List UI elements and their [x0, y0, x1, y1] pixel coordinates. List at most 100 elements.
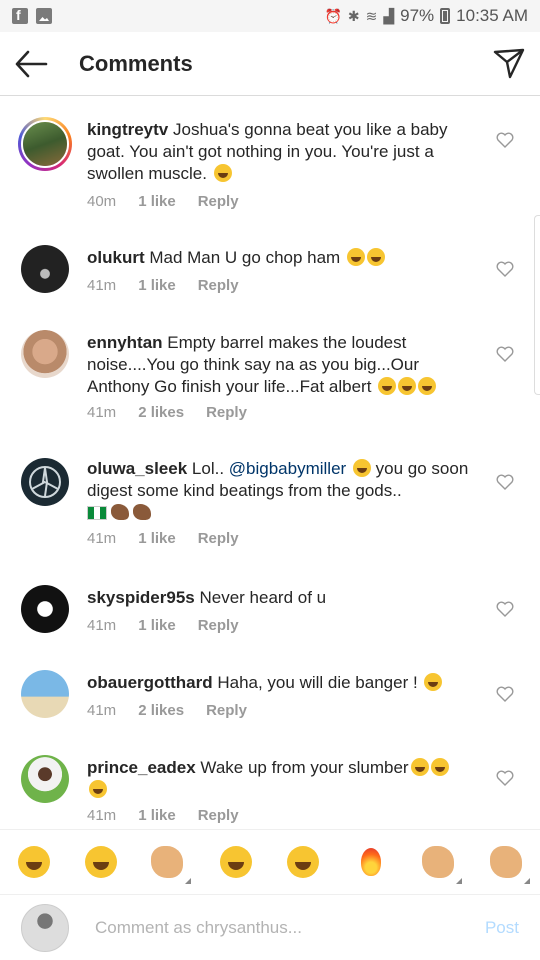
- avatar[interactable]: [21, 245, 69, 293]
- comment-time: 41m: [87, 277, 117, 294]
- comment-text: skyspider95s Never heard of u: [87, 588, 327, 607]
- comment-likes[interactable]: 2 likes: [138, 404, 184, 421]
- comment-username[interactable]: olukurt: [87, 248, 145, 267]
- comment-likes[interactable]: 1 like: [138, 193, 176, 210]
- sweat-smile-emoji: [418, 377, 437, 395]
- bluetooth-icon: ✱: [347, 7, 360, 24]
- battery-icon: [440, 8, 451, 24]
- heart-icon[interactable]: [496, 686, 514, 702]
- rofl-emoji: [352, 459, 371, 477]
- comment-likes[interactable]: 1 like: [138, 617, 176, 634]
- comments-header: Comments: [0, 32, 540, 96]
- sweat-smile-emoji: [366, 248, 385, 266]
- comment-username[interactable]: kingtreytv: [87, 120, 168, 139]
- grin-emoji-button[interactable]: [220, 846, 252, 878]
- flexed-biceps-icon: [133, 504, 151, 520]
- mention-link[interactable]: @bigbabymiller: [229, 459, 346, 478]
- heart-icon[interactable]: [496, 770, 514, 786]
- comment-input[interactable]: [95, 914, 455, 942]
- avatar: [21, 904, 69, 952]
- alarm-icon: ⏰: [324, 7, 342, 24]
- sweat-smile-emoji: [346, 248, 365, 266]
- sweat-smile-emoji: [89, 780, 107, 798]
- comment-username[interactable]: oluwa_sleek: [87, 459, 187, 478]
- comment-likes[interactable]: 1 like: [138, 277, 176, 294]
- heart-icon[interactable]: [496, 601, 514, 617]
- call-me-hand-emoji-button[interactable]: [422, 846, 462, 884]
- comment-text: olukurt Mad Man U go chop ham: [87, 247, 477, 269]
- comment-likes[interactable]: 1 like: [138, 807, 176, 824]
- wifi-icon: ≋: [365, 7, 378, 24]
- joy-emoji-button[interactable]: [85, 846, 117, 878]
- reply-button[interactable]: Reply: [198, 193, 239, 210]
- comment-meta: 41m 1 like Reply: [87, 277, 261, 294]
- reply-button[interactable]: Reply: [198, 277, 239, 294]
- comment-meta: 41m 2 likes Reply: [87, 702, 269, 719]
- gallery-icon: [36, 8, 52, 24]
- avatar[interactable]: [21, 585, 69, 633]
- comment-username[interactable]: obauergotthard: [87, 673, 213, 692]
- expressionless-emoji: [424, 673, 443, 691]
- arrow-left-icon[interactable]: [14, 48, 48, 80]
- post-button[interactable]: Post: [485, 918, 519, 938]
- comment-composer: Post: [0, 896, 540, 960]
- comment-text: obauergotthard Haha, you will die banger…: [87, 672, 477, 694]
- reply-button[interactable]: Reply: [198, 617, 239, 634]
- heart-icon[interactable]: [496, 261, 514, 277]
- comment-username[interactable]: skyspider95s: [87, 588, 195, 607]
- sweat-smile-emoji: [213, 164, 232, 182]
- comment-text: ennyhtan Empty barrel makes the loudest …: [87, 332, 477, 398]
- avatar[interactable]: [21, 755, 69, 803]
- clock: 10:35 AM: [456, 6, 528, 25]
- comment-meta: 41m 2 likes Reply: [87, 404, 269, 421]
- emoji-quick-bar: [0, 829, 540, 895]
- sweat-smile-emoji: [430, 758, 449, 776]
- battery-level: 97%: [400, 6, 435, 25]
- comment-username[interactable]: prince_eadex: [87, 758, 196, 777]
- comment-time: 41m: [87, 807, 117, 824]
- reply-button[interactable]: Reply: [206, 702, 247, 719]
- fire-emoji-button[interactable]: [355, 846, 387, 878]
- person-gesturing-ok-emoji-button[interactable]: [151, 846, 191, 884]
- avatar[interactable]: [21, 458, 69, 506]
- comment-meta: 40m 1 like Reply: [87, 193, 261, 210]
- comment-likes[interactable]: 1 like: [138, 530, 176, 547]
- comment-username[interactable]: ennyhtan: [87, 333, 163, 352]
- reply-button[interactable]: Reply: [198, 530, 239, 547]
- avatar[interactable]: [21, 670, 69, 718]
- comment-time: 41m: [87, 702, 117, 719]
- sweat-smile-emoji: [398, 377, 417, 395]
- ok-hand-emoji-button[interactable]: [490, 846, 530, 884]
- sweat-smile-emoji: [410, 758, 429, 776]
- status-bar: ⏰ ✱ ≋ ▟ 97% 10:35 AM: [0, 0, 540, 32]
- send-icon[interactable]: [492, 46, 526, 80]
- avatar[interactable]: [21, 330, 69, 378]
- heart-icon[interactable]: [496, 132, 514, 148]
- sweat-smile-emoji: [378, 377, 397, 395]
- eye-roll-emoji-button[interactable]: [287, 846, 319, 878]
- heart-icon[interactable]: [496, 474, 514, 490]
- reply-button[interactable]: Reply: [198, 807, 239, 824]
- signal-icon: ▟: [383, 7, 395, 24]
- scrollbar[interactable]: [534, 215, 540, 395]
- comment-meta: 41m 1 like Reply: [87, 807, 261, 824]
- comment-text: kingtreytv Joshua's gonna beat you like …: [87, 120, 448, 183]
- avatar[interactable]: [18, 117, 72, 171]
- comment-time: 41m: [87, 530, 117, 547]
- comment-meta: 41m 1 like Reply: [87, 530, 261, 547]
- comment-text: prince_eadex Wake up from your slumber: [87, 757, 477, 801]
- heart-icon[interactable]: [496, 346, 514, 362]
- comment-time: 40m: [87, 193, 117, 210]
- comment-text: oluwa_sleek Lol.. @bigbabymiller you go …: [87, 458, 477, 524]
- comment-list[interactable]: kingtreytv Joshua's gonna beat you like …: [0, 97, 540, 827]
- rofl-emoji-button[interactable]: [18, 846, 50, 878]
- mercedes-logo-icon: [29, 466, 61, 498]
- facebook-icon: [12, 7, 28, 24]
- page-title: Comments: [79, 51, 193, 76]
- comment-time: 41m: [87, 617, 117, 634]
- comment-meta: 41m 1 like Reply: [87, 617, 261, 634]
- nigeria-flag-icon: [87, 506, 107, 520]
- comment-likes[interactable]: 2 likes: [138, 702, 184, 719]
- reply-button[interactable]: Reply: [206, 404, 247, 421]
- comment-time: 41m: [87, 404, 117, 421]
